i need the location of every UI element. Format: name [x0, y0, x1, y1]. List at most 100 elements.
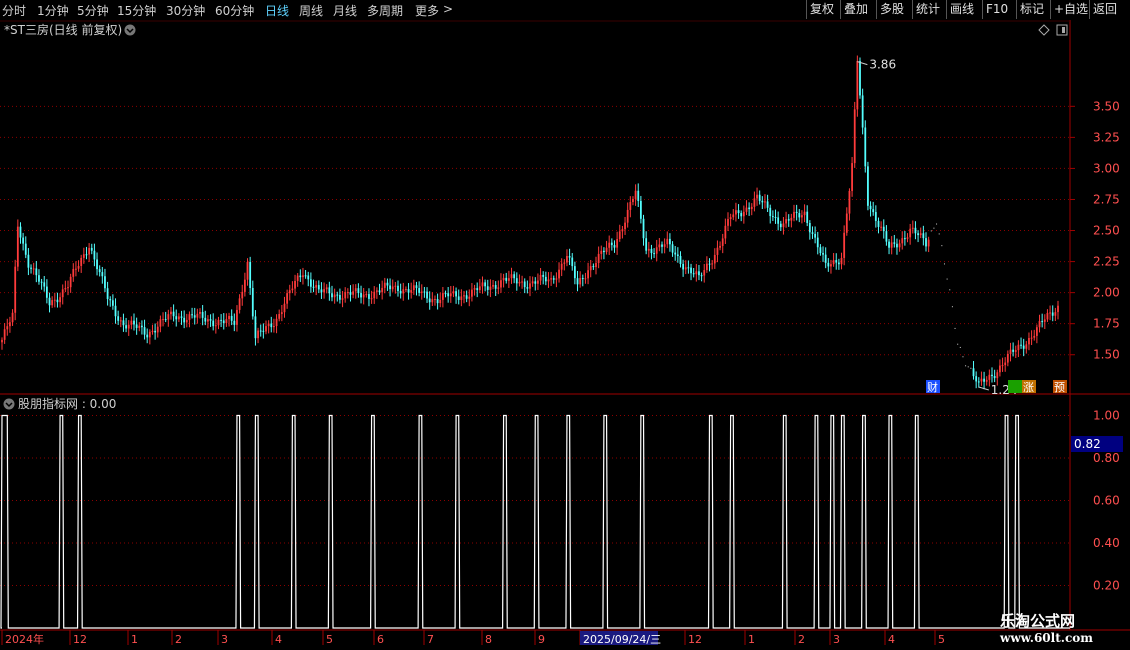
candle-body	[632, 198, 634, 203]
gap-dot	[967, 366, 969, 368]
gap-dot	[962, 356, 964, 358]
candle-body	[270, 323, 273, 328]
candle-body	[695, 271, 698, 275]
candle-body	[130, 320, 133, 325]
candle-body	[72, 268, 75, 277]
candle-body	[687, 267, 690, 269]
candle-body	[397, 285, 399, 292]
candle-body	[294, 280, 296, 289]
candle-body	[434, 299, 436, 301]
candle-body	[412, 285, 415, 291]
candle-body	[447, 293, 450, 297]
candle-body	[645, 238, 648, 251]
candle-body	[336, 294, 339, 296]
chevron-down-icon[interactable]	[124, 24, 136, 36]
candle-body	[441, 293, 444, 300]
candle-body	[637, 190, 640, 201]
candle-body	[394, 285, 397, 287]
price-tick-label: 3.50	[1093, 99, 1120, 113]
candle-body	[901, 238, 904, 244]
candle-body	[595, 262, 597, 268]
candle-body	[608, 242, 611, 248]
date-tick-label: 6	[377, 633, 384, 646]
candle-body	[373, 291, 376, 299]
watermark-url: www.60lt.com	[1000, 631, 1093, 645]
candle-body	[600, 250, 603, 254]
candle-body	[880, 226, 883, 228]
date-tick-label: 1	[748, 633, 755, 646]
candle-body	[1054, 312, 1057, 316]
candle-body	[634, 190, 637, 199]
candle-body	[82, 254, 85, 258]
candle-body	[698, 271, 700, 276]
candle-body	[455, 291, 457, 297]
candle-body	[845, 213, 848, 233]
candle-body	[758, 194, 761, 201]
candle-body	[383, 282, 386, 288]
candle-body	[344, 292, 347, 299]
candle-body	[478, 286, 481, 291]
candle-body	[626, 209, 629, 223]
candle-body	[146, 334, 149, 338]
stock-chart[interactable]: 1.50 1.75 2.00 2.25 2.50 2.75 3.00 3.25 3.50 0.2…	[0, 0, 1130, 650]
candle-body	[597, 253, 600, 263]
candle-body	[302, 275, 304, 278]
candle-body	[1051, 312, 1054, 316]
candle-body	[465, 295, 468, 299]
candle-body	[312, 286, 315, 288]
candle-body	[370, 298, 373, 300]
candle-body	[180, 316, 183, 318]
candle-body	[690, 267, 692, 274]
candle-body	[764, 201, 766, 203]
candle-body	[127, 324, 130, 329]
candle-body	[835, 260, 838, 263]
candle-body	[898, 243, 901, 248]
candle-body	[254, 316, 257, 339]
candle-body	[771, 216, 774, 218]
candle-body	[832, 260, 835, 265]
candle-body	[257, 330, 259, 339]
candle-body	[191, 314, 193, 316]
candle-body	[658, 244, 661, 248]
forecast-badge-label: 预	[1054, 381, 1065, 394]
candle-body	[43, 282, 46, 287]
margin-badge-icon[interactable]	[1008, 380, 1022, 393]
candle-body	[851, 163, 853, 191]
candle-body	[745, 207, 748, 212]
indicator-chevron-icon[interactable]	[3, 398, 15, 410]
candle-body	[273, 326, 275, 328]
candle-body	[399, 291, 402, 294]
candle-body	[684, 267, 687, 270]
candle-body	[793, 211, 795, 218]
candle-body	[238, 298, 241, 310]
candle-body	[542, 274, 545, 277]
candle-body	[389, 285, 391, 290]
price-tick-label: 2.00	[1093, 286, 1120, 300]
candle-body	[544, 276, 547, 282]
candle-body	[682, 263, 685, 270]
candle-body	[38, 275, 40, 282]
candle-body	[537, 280, 539, 284]
candle-body	[220, 319, 223, 321]
candle-body	[98, 269, 101, 273]
date-tick-label: 1	[131, 633, 138, 646]
candle-body	[705, 263, 708, 271]
candle-body	[117, 316, 120, 321]
candle-body	[170, 311, 172, 315]
candle-body	[507, 278, 510, 281]
candle-body	[716, 247, 719, 255]
candle-body	[811, 232, 814, 234]
candle-body	[410, 290, 413, 293]
candle-body	[452, 291, 455, 294]
candle-body	[803, 211, 806, 216]
indicator-tick-label: 0.40	[1093, 536, 1120, 550]
candle-body	[1001, 365, 1004, 367]
candle-body	[616, 239, 619, 248]
candle-body	[919, 233, 922, 236]
candle-body	[357, 288, 360, 294]
candle-body	[837, 262, 840, 265]
candle-body	[1049, 312, 1051, 314]
candle-body	[138, 325, 141, 328]
candle-body	[587, 270, 589, 279]
candle-body	[510, 274, 513, 279]
